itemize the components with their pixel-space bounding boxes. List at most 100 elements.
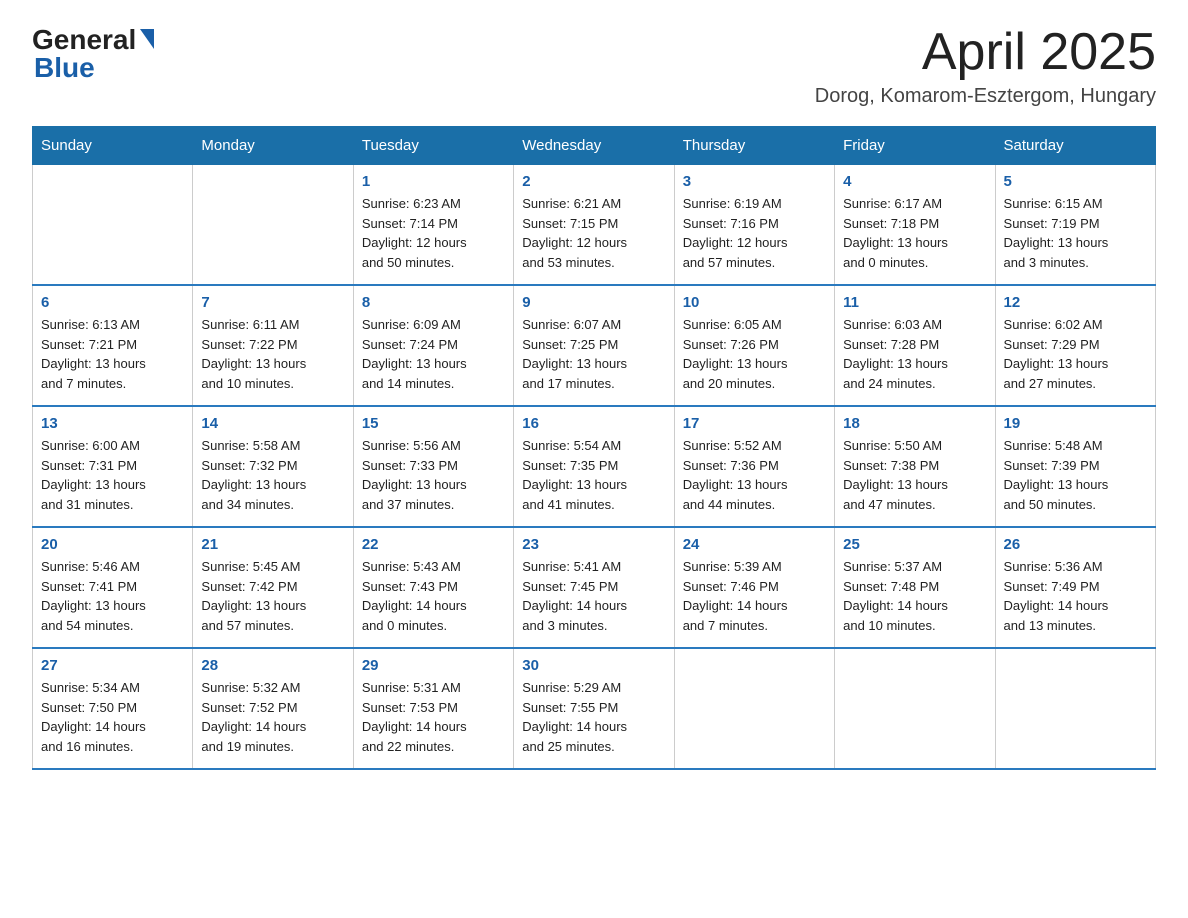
day-info: Sunrise: 5:39 AM Sunset: 7:46 PM Dayligh… bbox=[683, 557, 826, 635]
day-info: Sunrise: 6:23 AM Sunset: 7:14 PM Dayligh… bbox=[362, 194, 505, 272]
day-number: 8 bbox=[362, 294, 505, 311]
calendar-table: SundayMondayTuesdayWednesdayThursdayFrid… bbox=[32, 126, 1156, 770]
day-info: Sunrise: 5:58 AM Sunset: 7:32 PM Dayligh… bbox=[201, 436, 344, 514]
day-number: 2 bbox=[522, 173, 665, 190]
day-number: 14 bbox=[201, 415, 344, 432]
calendar-cell: 4 Sunrise: 6:17 AM Sunset: 7:18 PM Daylig… bbox=[835, 165, 995, 286]
calendar-cell: 17 Sunrise: 5:52 AM Sunset: 7:36 PM Dayli… bbox=[674, 406, 834, 527]
calendar-cell: 16 Sunrise: 5:54 AM Sunset: 7:35 PM Dayli… bbox=[514, 406, 674, 527]
calendar-cell: 6 Sunrise: 6:13 AM Sunset: 7:21 PM Daylig… bbox=[33, 285, 193, 406]
logo-arrow-icon bbox=[140, 29, 154, 49]
day-number: 9 bbox=[522, 294, 665, 311]
calendar-cell: 22Sunrise: 5:43 AM Sunset: 7:43 PM Dayli… bbox=[353, 527, 513, 648]
weekday-header-wednesday: Wednesday bbox=[514, 127, 674, 165]
calendar-cell bbox=[33, 165, 193, 286]
calendar-week-3: 20 Sunrise: 5:46 AM Sunset: 7:41 PM Dayli… bbox=[33, 527, 1156, 648]
day-info: Sunrise: 5:41 AM Sunset: 7:45 PM Dayligh… bbox=[522, 557, 665, 635]
calendar-cell: 15Sunrise: 5:56 AM Sunset: 7:33 PM Dayli… bbox=[353, 406, 513, 527]
day-info: Sunrise: 6:21 AM Sunset: 7:15 PM Dayligh… bbox=[522, 194, 665, 272]
calendar-week-0: 1 Sunrise: 6:23 AM Sunset: 7:14 PM Daylig… bbox=[33, 165, 1156, 286]
calendar-body: 1 Sunrise: 6:23 AM Sunset: 7:14 PM Daylig… bbox=[33, 165, 1156, 770]
weekday-header-tuesday: Tuesday bbox=[353, 127, 513, 165]
weekday-header-monday: Monday bbox=[193, 127, 353, 165]
location: Dorog, Komarom-Esztergom, Hungary bbox=[815, 85, 1156, 108]
day-number: 6 bbox=[41, 294, 184, 311]
day-info: Sunrise: 6:13 AM Sunset: 7:21 PM Dayligh… bbox=[41, 315, 184, 393]
day-info: Sunrise: 5:31 AM Sunset: 7:53 PM Dayligh… bbox=[362, 678, 505, 756]
day-number: 23 bbox=[522, 536, 665, 553]
calendar-cell: 18 Sunrise: 5:50 AM Sunset: 7:38 PM Dayli… bbox=[835, 406, 995, 527]
day-number: 20 bbox=[41, 536, 184, 553]
day-info: Sunrise: 5:46 AM Sunset: 7:41 PM Dayligh… bbox=[41, 557, 184, 635]
calendar-cell bbox=[835, 648, 995, 769]
day-info: Sunrise: 5:52 AM Sunset: 7:36 PM Dayligh… bbox=[683, 436, 826, 514]
day-number: 12 bbox=[1004, 294, 1147, 311]
day-info: Sunrise: 6:03 AM Sunset: 7:28 PM Dayligh… bbox=[843, 315, 986, 393]
day-number: 17 bbox=[683, 415, 826, 432]
day-info: Sunrise: 5:45 AM Sunset: 7:42 PM Dayligh… bbox=[201, 557, 344, 635]
day-info: Sunrise: 5:48 AM Sunset: 7:39 PM Dayligh… bbox=[1004, 436, 1147, 514]
weekday-header-sunday: Sunday bbox=[33, 127, 193, 165]
day-number: 7 bbox=[201, 294, 344, 311]
calendar-cell bbox=[193, 165, 353, 286]
calendar-week-2: 13Sunrise: 6:00 AM Sunset: 7:31 PM Dayli… bbox=[33, 406, 1156, 527]
day-number: 29 bbox=[362, 657, 505, 674]
calendar-cell: 11 Sunrise: 6:03 AM Sunset: 7:28 PM Dayli… bbox=[835, 285, 995, 406]
calendar-cell: 8 Sunrise: 6:09 AM Sunset: 7:24 PM Daylig… bbox=[353, 285, 513, 406]
day-info: Sunrise: 5:36 AM Sunset: 7:49 PM Dayligh… bbox=[1004, 557, 1147, 635]
month-title: April 2025 bbox=[815, 24, 1156, 81]
day-number: 27 bbox=[41, 657, 184, 674]
calendar-cell: 25 Sunrise: 5:37 AM Sunset: 7:48 PM Dayli… bbox=[835, 527, 995, 648]
weekday-header-friday: Friday bbox=[835, 127, 995, 165]
calendar-cell: 20 Sunrise: 5:46 AM Sunset: 7:41 PM Dayli… bbox=[33, 527, 193, 648]
day-number: 11 bbox=[843, 294, 986, 311]
day-number: 5 bbox=[1004, 173, 1147, 190]
day-info: Sunrise: 6:09 AM Sunset: 7:24 PM Dayligh… bbox=[362, 315, 505, 393]
day-number: 24 bbox=[683, 536, 826, 553]
logo-blue-text: Blue bbox=[32, 52, 95, 84]
day-number: 28 bbox=[201, 657, 344, 674]
logo: General Blue bbox=[32, 24, 154, 84]
day-number: 26 bbox=[1004, 536, 1147, 553]
calendar-cell: 5 Sunrise: 6:15 AM Sunset: 7:19 PM Daylig… bbox=[995, 165, 1155, 286]
day-number: 19 bbox=[1004, 415, 1147, 432]
day-info: Sunrise: 6:19 AM Sunset: 7:16 PM Dayligh… bbox=[683, 194, 826, 272]
day-info: Sunrise: 5:34 AM Sunset: 7:50 PM Dayligh… bbox=[41, 678, 184, 756]
page-header: General Blue April 2025 Dorog, Komarom-E… bbox=[32, 24, 1156, 108]
header-right: April 2025 Dorog, Komarom-Esztergom, Hun… bbox=[815, 24, 1156, 108]
day-info: Sunrise: 5:50 AM Sunset: 7:38 PM Dayligh… bbox=[843, 436, 986, 514]
calendar-cell: 9Sunrise: 6:07 AM Sunset: 7:25 PM Daylig… bbox=[514, 285, 674, 406]
calendar-week-1: 6 Sunrise: 6:13 AM Sunset: 7:21 PM Daylig… bbox=[33, 285, 1156, 406]
day-info: Sunrise: 6:17 AM Sunset: 7:18 PM Dayligh… bbox=[843, 194, 986, 272]
calendar-cell: 29 Sunrise: 5:31 AM Sunset: 7:53 PM Dayli… bbox=[353, 648, 513, 769]
calendar-cell: 2 Sunrise: 6:21 AM Sunset: 7:15 PM Daylig… bbox=[514, 165, 674, 286]
calendar-cell: 7 Sunrise: 6:11 AM Sunset: 7:22 PM Daylig… bbox=[193, 285, 353, 406]
day-number: 18 bbox=[843, 415, 986, 432]
calendar-week-4: 27 Sunrise: 5:34 AM Sunset: 7:50 PM Dayli… bbox=[33, 648, 1156, 769]
calendar-cell bbox=[674, 648, 834, 769]
calendar-cell: 26 Sunrise: 5:36 AM Sunset: 7:49 PM Dayli… bbox=[995, 527, 1155, 648]
day-number: 21 bbox=[201, 536, 344, 553]
calendar-cell: 12 Sunrise: 6:02 AM Sunset: 7:29 PM Dayli… bbox=[995, 285, 1155, 406]
calendar-cell: 21 Sunrise: 5:45 AM Sunset: 7:42 PM Dayli… bbox=[193, 527, 353, 648]
day-info: Sunrise: 5:54 AM Sunset: 7:35 PM Dayligh… bbox=[522, 436, 665, 514]
day-info: Sunrise: 5:32 AM Sunset: 7:52 PM Dayligh… bbox=[201, 678, 344, 756]
day-number: 4 bbox=[843, 173, 986, 190]
day-number: 16 bbox=[522, 415, 665, 432]
day-info: Sunrise: 6:15 AM Sunset: 7:19 PM Dayligh… bbox=[1004, 194, 1147, 272]
calendar-cell: 3 Sunrise: 6:19 AM Sunset: 7:16 PM Daylig… bbox=[674, 165, 834, 286]
day-number: 3 bbox=[683, 173, 826, 190]
day-info: Sunrise: 6:11 AM Sunset: 7:22 PM Dayligh… bbox=[201, 315, 344, 393]
day-info: Sunrise: 6:05 AM Sunset: 7:26 PM Dayligh… bbox=[683, 315, 826, 393]
weekday-header-thursday: Thursday bbox=[674, 127, 834, 165]
day-info: Sunrise: 5:37 AM Sunset: 7:48 PM Dayligh… bbox=[843, 557, 986, 635]
day-info: Sunrise: 5:29 AM Sunset: 7:55 PM Dayligh… bbox=[522, 678, 665, 756]
calendar-cell: 30Sunrise: 5:29 AM Sunset: 7:55 PM Dayli… bbox=[514, 648, 674, 769]
calendar-header: SundayMondayTuesdayWednesdayThursdayFrid… bbox=[33, 127, 1156, 165]
calendar-cell: 13Sunrise: 6:00 AM Sunset: 7:31 PM Dayli… bbox=[33, 406, 193, 527]
day-number: 25 bbox=[843, 536, 986, 553]
calendar-cell: 19 Sunrise: 5:48 AM Sunset: 7:39 PM Dayli… bbox=[995, 406, 1155, 527]
day-number: 15 bbox=[362, 415, 505, 432]
day-number: 1 bbox=[362, 173, 505, 190]
day-info: Sunrise: 6:02 AM Sunset: 7:29 PM Dayligh… bbox=[1004, 315, 1147, 393]
